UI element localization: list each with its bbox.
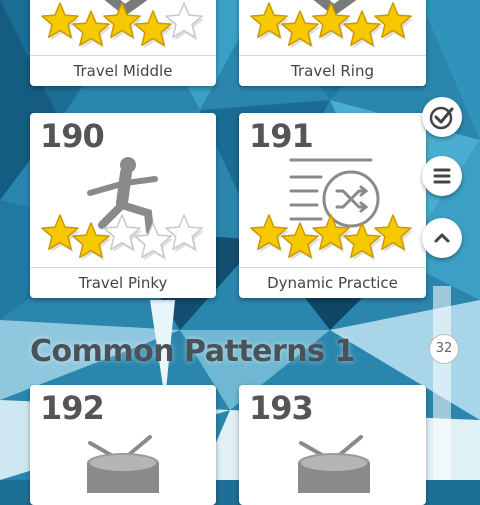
level-card-193[interactable]: 193 — [239, 385, 426, 505]
star-rating — [41, 214, 205, 261]
level-label: Dynamic Practice — [239, 267, 426, 298]
level-card-192[interactable]: 192 — [30, 385, 216, 505]
level-card-travel-pinky[interactable]: 190 Travel Pinky — [30, 113, 216, 298]
level-card-travel-middle[interactable]: Travel Middle — [30, 0, 216, 86]
star-rating — [250, 2, 414, 49]
menu-button[interactable] — [422, 156, 462, 196]
section-title: Common Patterns 1 — [30, 334, 355, 369]
star-rating — [41, 2, 205, 49]
level-card-travel-ring[interactable]: Travel Ring — [239, 0, 426, 86]
scroll-up-button[interactable] — [422, 218, 462, 258]
drum-icon — [298, 435, 370, 493]
menu-icon — [433, 168, 451, 184]
drum-icon — [87, 435, 159, 493]
chevron-up-icon — [434, 233, 450, 243]
scrollbar-track[interactable] — [433, 286, 451, 480]
scroll-position-badge[interactable]: 32 — [429, 334, 459, 364]
level-label: Travel Ring — [239, 55, 426, 86]
check-button[interactable] — [422, 97, 462, 137]
star-rating — [250, 214, 414, 261]
check-circle-icon — [429, 106, 454, 130]
level-label: Travel Pinky — [30, 267, 216, 298]
level-label: Travel Middle — [30, 55, 216, 86]
level-card-dynamic-practice[interactable]: 191 Dynamic Practice — [239, 113, 426, 298]
